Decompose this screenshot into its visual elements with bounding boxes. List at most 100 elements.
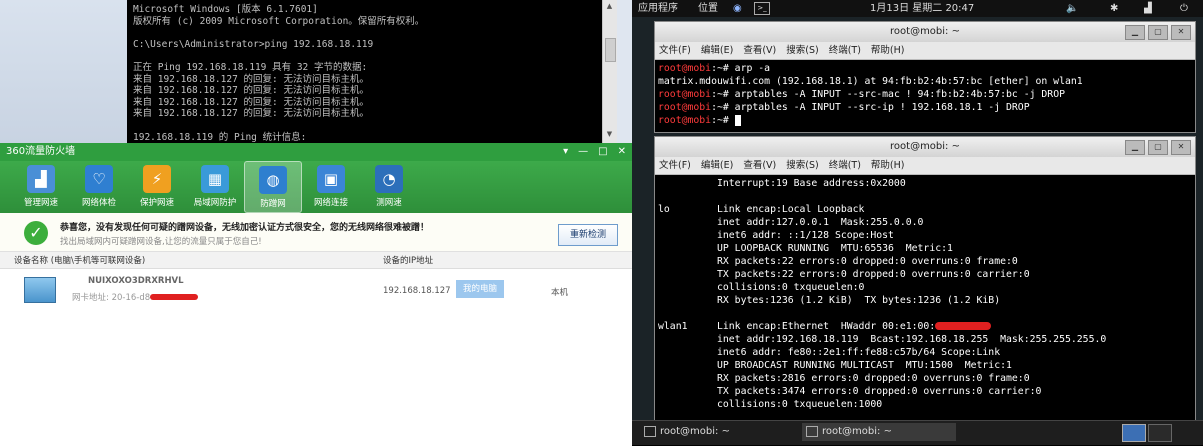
places-menu[interactable]: 位置 — [698, 0, 718, 17]
terminal-window-1[interactable]: root@mobi: ~ ▁ ▢ ✕ 文件(F) 编辑(E) 查看(V) 搜索(S) 终… — [654, 21, 1196, 133]
workspace-1[interactable] — [1122, 424, 1146, 442]
menu-arrow-icon[interactable]: ▾ — [563, 143, 568, 161]
terminal-line-text: :~# arptables -A INPUT --src-ip ! 192.16… — [711, 102, 1030, 113]
cmd-line — [133, 27, 609, 39]
minimize-icon[interactable]: ▁ — [1125, 140, 1145, 155]
cmd-scrollbar[interactable]: ▲ ▼ — [602, 0, 617, 143]
desktop-background-right — [617, 0, 632, 143]
terminal-1-output[interactable]: root@mobi:~# arp -a matrix.mdouwifi.com (… — [655, 60, 1195, 129]
terminal-1-menubar: 文件(F) 编辑(E) 查看(V) 搜索(S) 终端(T) 帮助(H) — [655, 42, 1195, 60]
terminal-line: inet addr:127.0.0.1 Mask:255.0.0.0 — [658, 216, 1192, 229]
toolbar-button-2[interactable]: ♡ 网络体检 — [70, 161, 128, 213]
cmd-line: 版权所有 (c) 2009 Microsoft Corporation。保留所有… — [133, 15, 425, 27]
terminal-line-text: RX packets:2816 errors:0 dropped:0 overr… — [658, 373, 1030, 384]
terminal-line-text: TX packets:22 errors:0 dropped:0 overrun… — [658, 269, 1030, 280]
workspace-2[interactable] — [1148, 424, 1172, 442]
terminal-line-text — [658, 191, 664, 202]
terminal-line: lo Link encap:Local Loopback — [658, 203, 1192, 216]
lightning-icon: ⚡ — [143, 165, 171, 193]
cmd-line — [133, 50, 609, 62]
computer-icon — [24, 277, 56, 303]
recheck-button[interactable]: 重新检测 — [558, 224, 618, 246]
menu-item[interactable]: 编辑(E) — [701, 42, 733, 59]
terminal-icon — [806, 425, 818, 437]
menu-item[interactable]: 查看(V) — [743, 157, 776, 174]
volume-icon[interactable]: 🔈 — [1066, 0, 1078, 17]
menu-item[interactable]: 编辑(E) — [701, 157, 733, 174]
menu-item[interactable]: 帮助(H) — [871, 42, 905, 59]
toolbar-button-1[interactable]: ▟ 管理网速 — [12, 161, 70, 213]
toolbar-button-7[interactable]: ◔ 测网速 — [360, 161, 418, 213]
applications-menu[interactable]: 应用程序 — [638, 0, 678, 17]
device-list-empty-area — [0, 309, 632, 446]
terminal-window-2[interactable]: root@mobi: ~ ▁ ▢ ✕ 文件(F) 编辑(E) 查看(V) 搜索(S) 终… — [654, 136, 1196, 421]
menu-item[interactable]: 终端(T) — [829, 42, 861, 59]
menu-item[interactable]: 终端(T) — [829, 157, 861, 174]
toolbar-button-label: 局域网防护 — [193, 198, 237, 208]
shell-prompt: root@mobi — [658, 63, 712, 74]
my-pc-button[interactable]: 我的电脑 — [456, 280, 504, 298]
toolbar-button-label: 网络体检 — [81, 198, 116, 208]
terminal-line: TX packets:22 errors:0 dropped:0 overrun… — [658, 268, 1192, 281]
redaction-mark — [935, 322, 992, 330]
scroll-up-arrow-icon[interactable]: ▲ — [605, 2, 614, 11]
menu-item[interactable]: 搜索(S) — [786, 157, 818, 174]
device-name: NUIXOXO3DRXRHVL — [88, 276, 184, 286]
cursor — [734, 115, 741, 126]
toolbar-button-label: 测网速 — [376, 198, 402, 208]
cmd-line: 来自 192.168.18.127 的回复: 无法访问目标主机。 — [133, 85, 369, 97]
terminal-2-menubar: 文件(F) 编辑(E) 查看(V) 搜索(S) 终端(T) 帮助(H) — [655, 157, 1195, 175]
toolbar-button-3[interactable]: ⚡ 保护网速 — [128, 161, 186, 213]
browser-icon[interactable]: ◉ — [733, 0, 742, 17]
maximize-icon[interactable]: ▢ — [1148, 25, 1168, 40]
scroll-down-arrow-icon[interactable]: ▼ — [605, 130, 614, 139]
firewall-toolbar: ▟ 管理网速 ♡ 网络体检 ⚡ 保护网速 ▦ 局域网防护 ◍ 防蹭网 ▣ 网络连接 ◔ 测网速 — [0, 161, 632, 213]
terminal-line — [658, 307, 1192, 320]
toolbar-button-6[interactable]: ▣ 网络连接 — [302, 161, 360, 213]
terminal-launcher-icon[interactable]: >_ — [754, 2, 770, 15]
cmd-line: Microsoft Windows [版本 6.1.7601] — [133, 4, 318, 15]
close-icon[interactable]: ✕ — [1171, 25, 1191, 40]
terminal-line: root@mobi:~# arptables -A INPUT --src-ma… — [658, 88, 1192, 101]
toolbar-button-4[interactable]: ▦ 局域网防护 — [186, 161, 244, 213]
device-table-header: 设备名称 (电脑\手机等可联网设备) 设备的IP地址 — [0, 252, 632, 269]
menu-item[interactable]: 查看(V) — [743, 42, 776, 59]
bluetooth-icon[interactable]: ✱ — [1110, 0, 1118, 17]
menu-item[interactable]: 文件(F) — [659, 157, 691, 174]
close-icon[interactable]: ✕ — [1171, 140, 1191, 155]
cmd-line: C:\Users\Administrator>ping 192.168.18.1… — [133, 38, 374, 50]
taskbar-item-terminal-2[interactable]: root@mobi: ~ — [802, 423, 956, 441]
shell-prompt: root@mobi — [658, 115, 712, 126]
terminal-line — [658, 190, 1192, 203]
maximize-icon[interactable]: □ — [598, 143, 607, 161]
power-icon[interactable]: ⏻ — [1180, 0, 1188, 17]
wall-icon: ▦ — [201, 165, 229, 193]
minimize-icon[interactable]: — — [578, 143, 588, 161]
cmd-line: 来自 192.168.18.127 的回复: 无法访问目标主机。 — [133, 96, 369, 108]
terminal-line: inet addr:192.168.18.119 Bcast:192.168.1… — [658, 333, 1192, 346]
speedometer-icon: ◔ — [375, 165, 403, 193]
terminal-line: inet6 addr: ::1/128 Scope:Host — [658, 229, 1192, 242]
shield-globe-icon: ◍ — [259, 166, 287, 194]
menu-item[interactable]: 文件(F) — [659, 42, 691, 59]
terminal-line-text: lo Link encap:Local Loopback — [658, 204, 865, 215]
terminal-line-text: RX bytes:1236 (1.2 KiB) TX bytes:1236 (1… — [658, 295, 1001, 306]
network-icon: ▣ — [317, 165, 345, 193]
cmd-window[interactable]: Microsoft Windows [版本 6.1.7601] 版权所有 (c) … — [127, 0, 615, 143]
terminal-2-output[interactable]: Interrupt:19 Base address:0x2000 lo Link… — [655, 175, 1195, 413]
toolbar-button-5[interactable]: ◍ 防蹭网 — [244, 161, 302, 213]
minimize-icon[interactable]: ▁ — [1125, 25, 1145, 40]
menu-item[interactable]: 帮助(H) — [871, 157, 905, 174]
close-icon[interactable]: ✕ — [618, 143, 626, 161]
scroll-thumb[interactable] — [605, 38, 616, 62]
table-row[interactable]: NUIXOXO3DRXRHVL 网卡地址: 20-16-d8- 192.168.… — [0, 269, 632, 309]
panel-clock[interactable]: 1月13日 星期二 20:47 — [870, 0, 974, 17]
menu-item[interactable]: 搜索(S) — [786, 42, 818, 59]
terminal-line-text: :~# arptables -A INPUT --src-mac ! 94:fb… — [711, 89, 1065, 100]
maximize-icon[interactable]: ▢ — [1148, 140, 1168, 155]
kali-desktop: 应用程序 位置 ◉ >_ 1月13日 星期二 20:47 🔈 ✱ ▟ ⏻ roo… — [632, 0, 1203, 445]
col-device-name: 设备名称 (电脑\手机等可联网设备) — [14, 256, 146, 266]
signal-icon[interactable]: ▟ — [1144, 0, 1152, 17]
device-mac: 网卡地址: 20-16-d8- — [72, 293, 154, 303]
taskbar-item-terminal-1[interactable]: root@mobi: ~ — [640, 423, 794, 441]
